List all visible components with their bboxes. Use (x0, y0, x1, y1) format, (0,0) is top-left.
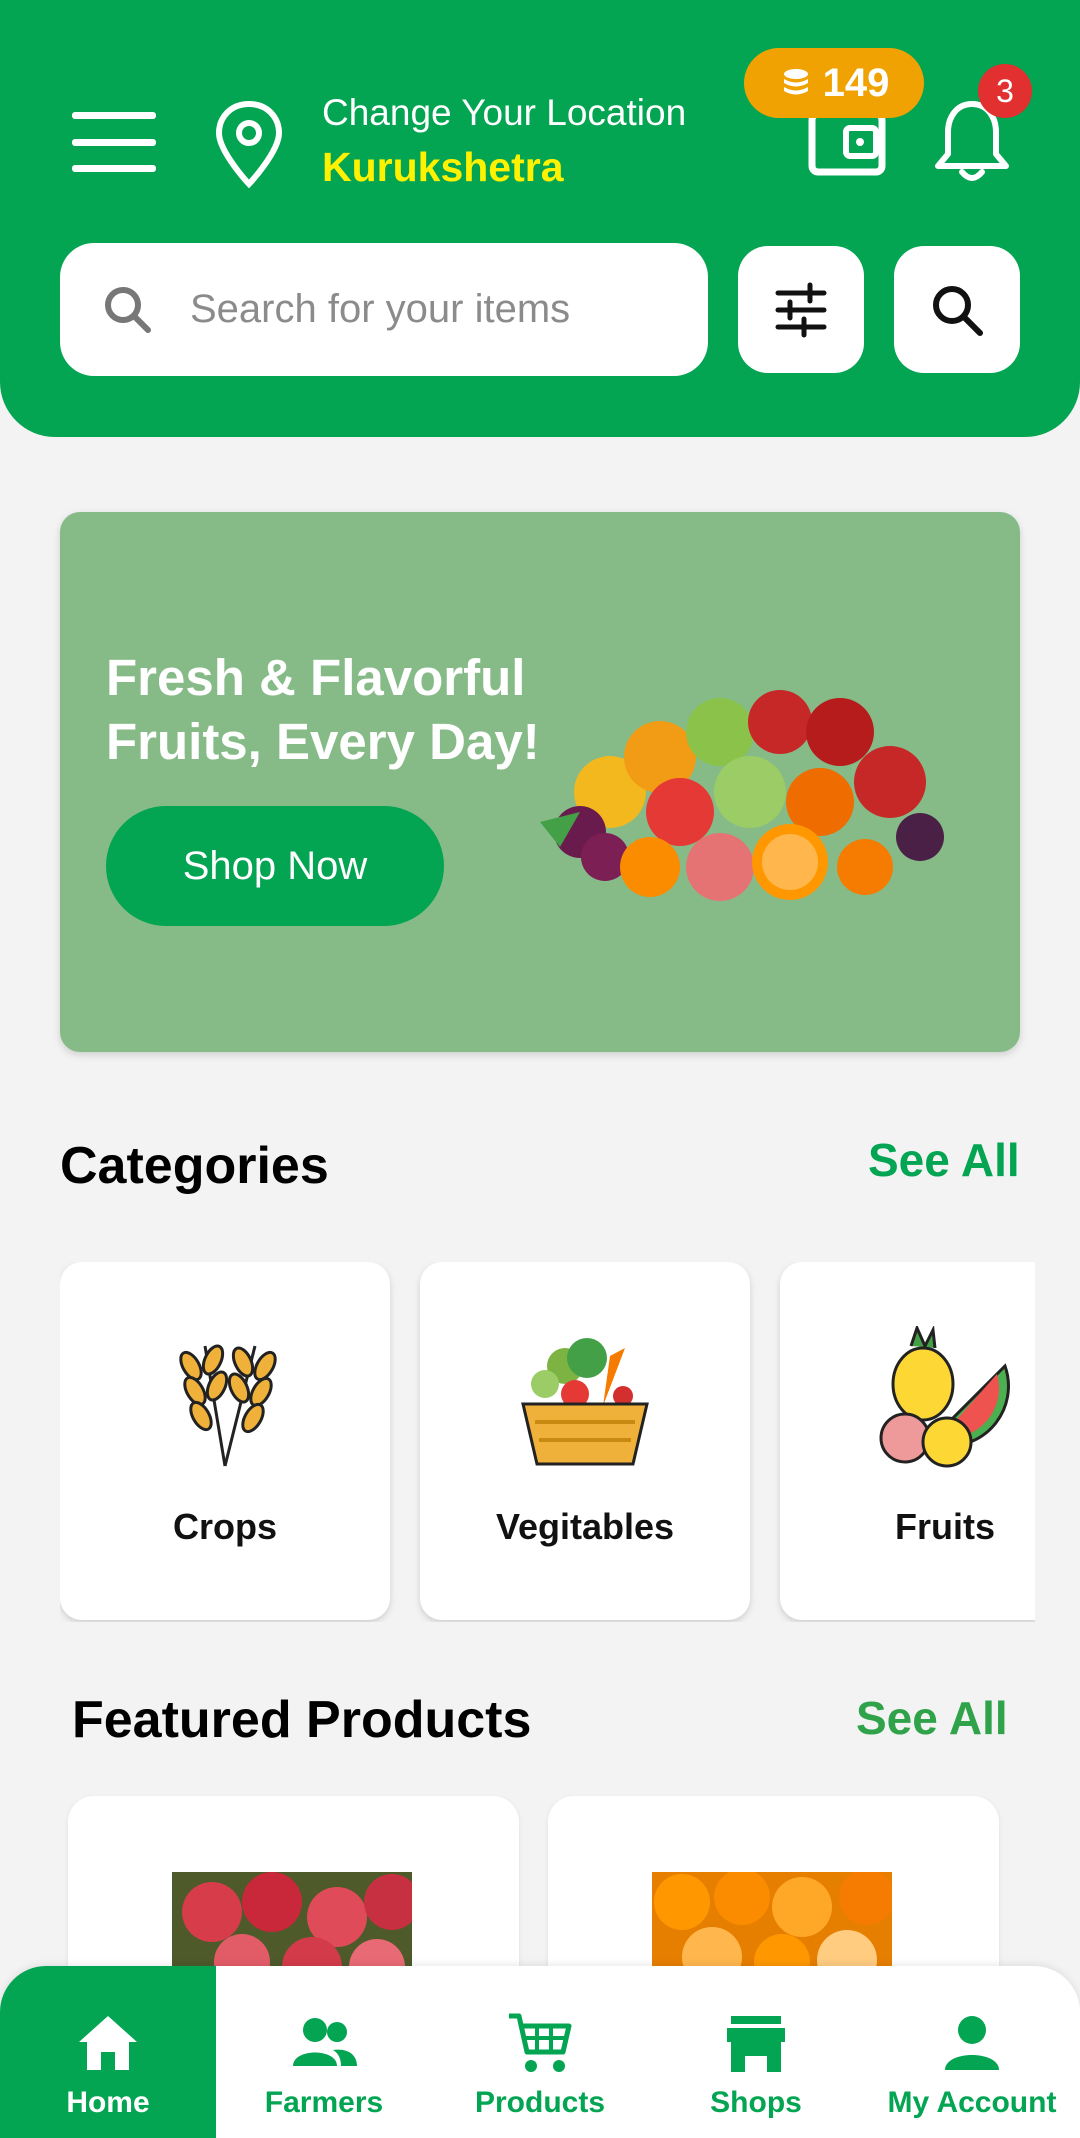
bottom-navigation: Home Farmers Products Shops My Account (0, 1966, 1080, 2138)
nav-label: Shops (710, 2086, 802, 2119)
filter-button[interactable] (738, 246, 864, 373)
category-card-vegetables[interactable]: Vegitables (420, 1262, 750, 1620)
nav-label: Farmers (264, 2086, 384, 2119)
nav-products[interactable]: Products (432, 1966, 648, 2138)
wallet-icon[interactable] (808, 108, 888, 178)
home-icon (79, 2016, 137, 2070)
promo-banner[interactable]: Fresh & Flavorful Fruits, Every Day! Sho… (60, 512, 1020, 1052)
search-bar[interactable] (60, 243, 708, 376)
featured-see-all-link[interactable]: See All (856, 1691, 1008, 1745)
categories-carousel[interactable]: Crops Vegitables Fruits (60, 1262, 1035, 1622)
coin-balance-badge[interactable]: 149 (744, 48, 924, 118)
fruit-pile-image (540, 690, 944, 901)
featured-products-title: Featured Products (72, 1691, 532, 1749)
categories-see-all-link[interactable]: See All (868, 1133, 1020, 1187)
change-location-label[interactable]: Change Your Location (322, 92, 686, 134)
hamburger-menu-icon[interactable] (72, 112, 156, 172)
category-card-crops[interactable]: Crops (60, 1262, 390, 1620)
nav-label: My Account (887, 2086, 1057, 2119)
coin-count: 149 (822, 60, 890, 105)
app-header: Change Your Location Kurukshetra 149 3 (0, 0, 1080, 437)
nav-home[interactable]: Home (0, 1966, 216, 2138)
vegetable-basket-icon (521, 1338, 649, 1466)
nav-farmers[interactable]: Farmers (216, 1966, 432, 2138)
category-label: Fruits (894, 1506, 995, 1547)
nav-label: Home (66, 2086, 150, 2119)
nav-my-account[interactable]: My Account (864, 1966, 1080, 2138)
filter-sliders-icon (775, 282, 827, 337)
oranges-image (652, 1872, 892, 1972)
fruits-icon (879, 1326, 1010, 1468)
search-icon (933, 285, 983, 336)
categories-title: Categories (60, 1137, 329, 1195)
cart-icon (509, 2013, 572, 2072)
farmers-icon (293, 2018, 357, 2066)
notification-count-badge: 3 (978, 64, 1032, 118)
category-label: Vegitables (495, 1506, 675, 1547)
category-card-fruits[interactable]: Fruits (780, 1262, 1035, 1620)
search-input[interactable] (190, 287, 670, 332)
category-label: Crops (172, 1506, 277, 1547)
wheat-icon (179, 1344, 277, 1467)
search-icon (105, 286, 151, 333)
shop-icon (727, 2016, 785, 2072)
apples-image (172, 1872, 412, 1972)
account-icon (945, 2016, 999, 2070)
coins-icon (783, 69, 808, 95)
shop-now-button[interactable]: Shop Now (106, 806, 444, 926)
nav-shops[interactable]: Shops (648, 1966, 864, 2138)
banner-title: Fresh & Flavorful Fruits, Every Day! (106, 649, 540, 770)
location-pin-icon[interactable] (214, 100, 284, 188)
nav-label: Products (474, 2086, 606, 2119)
search-button[interactable] (894, 246, 1020, 373)
location-city[interactable]: Kurukshetra (322, 144, 564, 191)
